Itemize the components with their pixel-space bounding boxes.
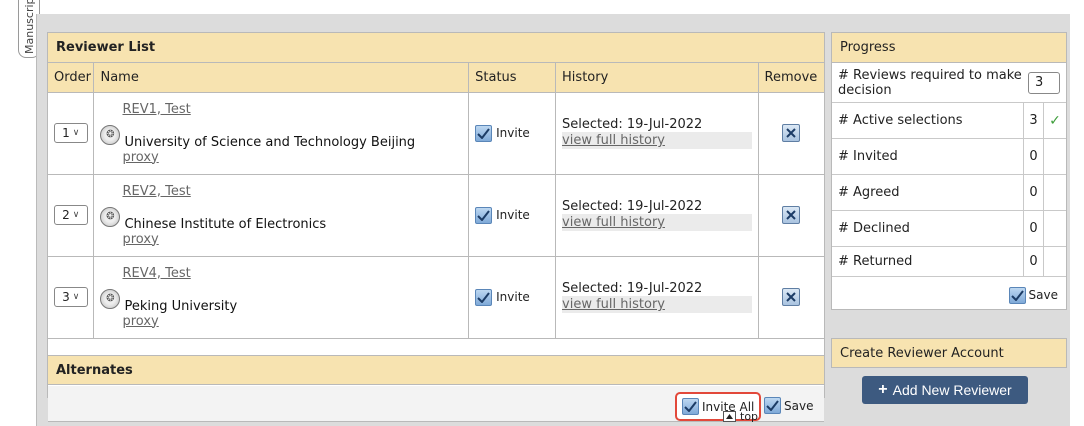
- invite-checkbox[interactable]: [475, 288, 493, 306]
- selected-date: Selected: 19-Jul-2022: [562, 281, 703, 296]
- progress-row-value: 0: [1024, 139, 1044, 174]
- wrench-icon[interactable]: ❂: [100, 124, 121, 145]
- reviewer-name-link[interactable]: REV1, Test: [122, 102, 190, 117]
- wrench-icon[interactable]: ❂: [100, 288, 121, 309]
- progress-row: # Active selections 3 ✓: [832, 103, 1066, 139]
- order-select[interactable]: 2 ∨: [53, 205, 88, 225]
- order-select[interactable]: 1 ∨: [53, 123, 88, 143]
- progress-save-label: Save: [1028, 288, 1058, 302]
- add-new-reviewer-label: Add New Reviewer: [892, 382, 1012, 398]
- alternates-title: Alternates: [48, 355, 824, 385]
- alternates-save-label: Save: [784, 398, 814, 413]
- progress-row: # Agreed 0: [832, 175, 1066, 211]
- selected-date: Selected: 19-Jul-2022: [562, 117, 703, 132]
- progress-title: Progress: [832, 33, 1066, 63]
- progress-row-label: # Declined: [832, 211, 1024, 246]
- chevron-down-icon: ∨: [72, 292, 80, 302]
- progress-row-value: 3: [1024, 103, 1044, 138]
- chevron-down-icon: ∨: [72, 210, 80, 220]
- invite-label: Invite: [496, 290, 530, 304]
- order-value: 2: [62, 208, 70, 222]
- invite-all-checkbox-icon: [682, 398, 699, 415]
- back-to-top-link[interactable]: top: [723, 410, 758, 423]
- progress-row-value: 0: [1024, 247, 1044, 276]
- invite-checkbox[interactable]: [475, 206, 493, 224]
- selected-date: Selected: 19-Jul-2022: [562, 199, 703, 214]
- invite-checkbox[interactable]: [475, 124, 493, 142]
- progress-row-value: 0: [1024, 175, 1044, 210]
- col-remove: Remove: [758, 63, 824, 93]
- reviewer-name-link[interactable]: REV4, Test: [122, 266, 190, 281]
- progress-panel: Progress # Reviews required to make deci…: [831, 32, 1067, 310]
- invite-label: Invite: [496, 126, 530, 140]
- progress-row-value: 0: [1024, 211, 1044, 246]
- side-tab-label: Manuscript: [23, 0, 36, 54]
- institution: University of Science and Technology Bei…: [124, 134, 416, 150]
- order-select[interactable]: 3 ∨: [53, 287, 88, 307]
- invite-label: Invite: [496, 208, 530, 222]
- order-value: 3: [62, 290, 70, 304]
- progress-row-label: # Invited: [832, 139, 1024, 174]
- check-icon: ✓: [1049, 112, 1061, 129]
- remove-icon[interactable]: [782, 287, 801, 306]
- col-name: Name: [93, 63, 470, 93]
- view-full-history-link[interactable]: view full history: [562, 214, 752, 231]
- save-checkbox-icon: [1008, 286, 1026, 304]
- required-reviews-label: # Reviews required to make decision: [838, 67, 1022, 98]
- plus-icon: +: [878, 381, 888, 398]
- reviewer-list-panel: Reviewer List Order Name Status History …: [47, 32, 825, 422]
- add-new-reviewer-button[interactable]: + Add New Reviewer: [862, 376, 1028, 404]
- institution: Peking University: [124, 298, 238, 314]
- table-row: 2 ∨ REV2, Test ❂ Chinese Institute of Ele…: [48, 174, 824, 257]
- progress-row-label: # Agreed: [832, 175, 1024, 210]
- arrow-up-icon: [723, 411, 736, 422]
- proxy-link[interactable]: proxy: [122, 150, 158, 165]
- progress-row-label: # Returned: [832, 247, 1024, 276]
- table-row: 3 ∨ REV4, Test ❂ Peking University proxy …: [48, 256, 824, 339]
- remove-icon[interactable]: [782, 205, 801, 224]
- chevron-down-icon: ∨: [72, 128, 80, 138]
- reviewer-list-title: Reviewer List: [48, 33, 824, 63]
- col-order: Order: [48, 63, 95, 93]
- view-full-history-link[interactable]: view full history: [562, 296, 752, 313]
- reviewer-table: Order Name Status History Remove 1 ∨ REV1…: [48, 63, 824, 339]
- col-status: Status: [468, 63, 557, 93]
- institution: Chinese Institute of Electronics: [124, 216, 327, 232]
- create-account-title: Create Reviewer Account: [831, 338, 1067, 368]
- progress-row: # Invited 0: [832, 139, 1066, 175]
- progress-save-button[interactable]: Save: [832, 277, 1066, 313]
- top-label: top: [740, 410, 759, 423]
- required-reviews-row: # Reviews required to make decision 3: [832, 63, 1066, 103]
- save-checkbox-icon: [764, 397, 781, 414]
- alternates-save-button[interactable]: Save: [764, 397, 813, 414]
- alternates-toolbar: Invite All Save: [48, 386, 824, 422]
- remove-icon[interactable]: [782, 123, 801, 142]
- view-full-history-link[interactable]: view full history: [562, 132, 752, 149]
- create-account-panel: Create Reviewer Account + Add New Review…: [831, 338, 1067, 404]
- progress-row: # Declined 0: [832, 211, 1066, 247]
- progress-row-label: # Active selections: [832, 103, 1024, 138]
- col-history: History: [555, 63, 759, 93]
- required-reviews-input[interactable]: 3: [1028, 71, 1060, 94]
- reviewer-workspace: Reviewer List Order Name Status History …: [36, 14, 1070, 426]
- proxy-link[interactable]: proxy: [122, 232, 158, 247]
- proxy-link[interactable]: proxy: [122, 314, 158, 329]
- order-value: 1: [62, 126, 70, 140]
- table-row: 1 ∨ REV1, Test ❂ University of Science an…: [48, 92, 824, 175]
- reviewer-name-link[interactable]: REV2, Test: [122, 184, 190, 199]
- progress-row: # Returned 0: [832, 247, 1066, 277]
- wrench-icon[interactable]: ❂: [100, 206, 121, 227]
